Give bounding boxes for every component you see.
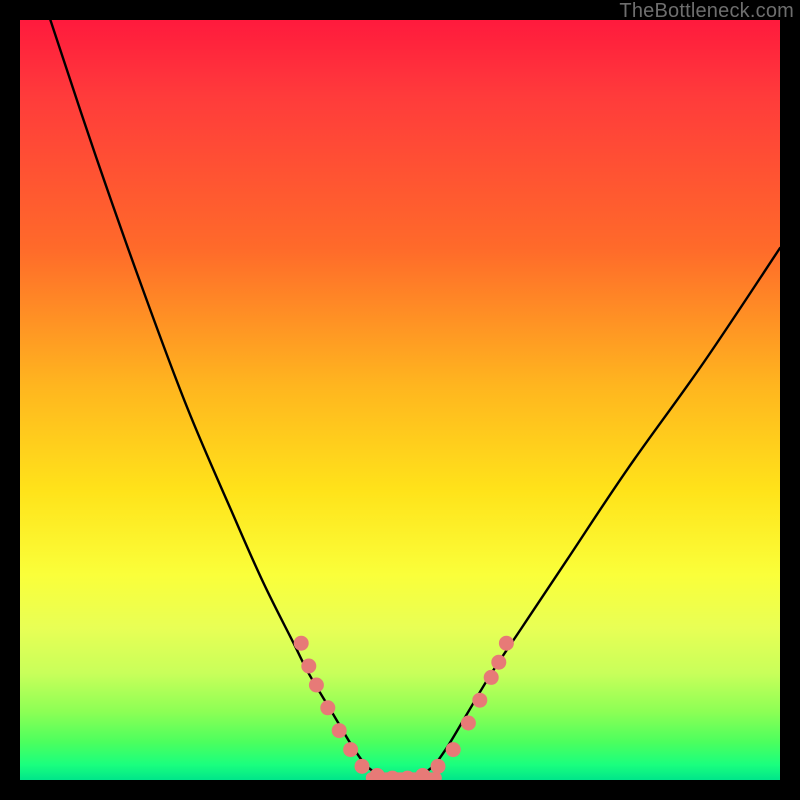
highlight-dot	[385, 771, 400, 780]
highlight-dots-group	[294, 636, 514, 780]
highlight-dot	[343, 742, 358, 757]
bottleneck-curve	[50, 20, 780, 778]
highlight-dot	[499, 636, 514, 651]
highlight-dot	[320, 700, 335, 715]
highlight-dot	[294, 636, 309, 651]
watermark-text: TheBottleneck.com	[619, 0, 794, 23]
chart-frame	[20, 20, 780, 780]
highlight-dot	[355, 759, 370, 774]
highlight-dot	[332, 723, 347, 738]
highlight-dot	[491, 655, 506, 670]
highlight-dot	[484, 670, 499, 685]
highlight-dot	[446, 742, 461, 757]
highlight-dot	[309, 678, 324, 693]
highlight-dot	[472, 693, 487, 708]
highlight-dot	[431, 759, 446, 774]
highlight-dot	[400, 771, 415, 780]
highlight-dot	[461, 716, 476, 731]
highlight-dot	[301, 659, 316, 674]
chart-svg	[20, 20, 780, 780]
